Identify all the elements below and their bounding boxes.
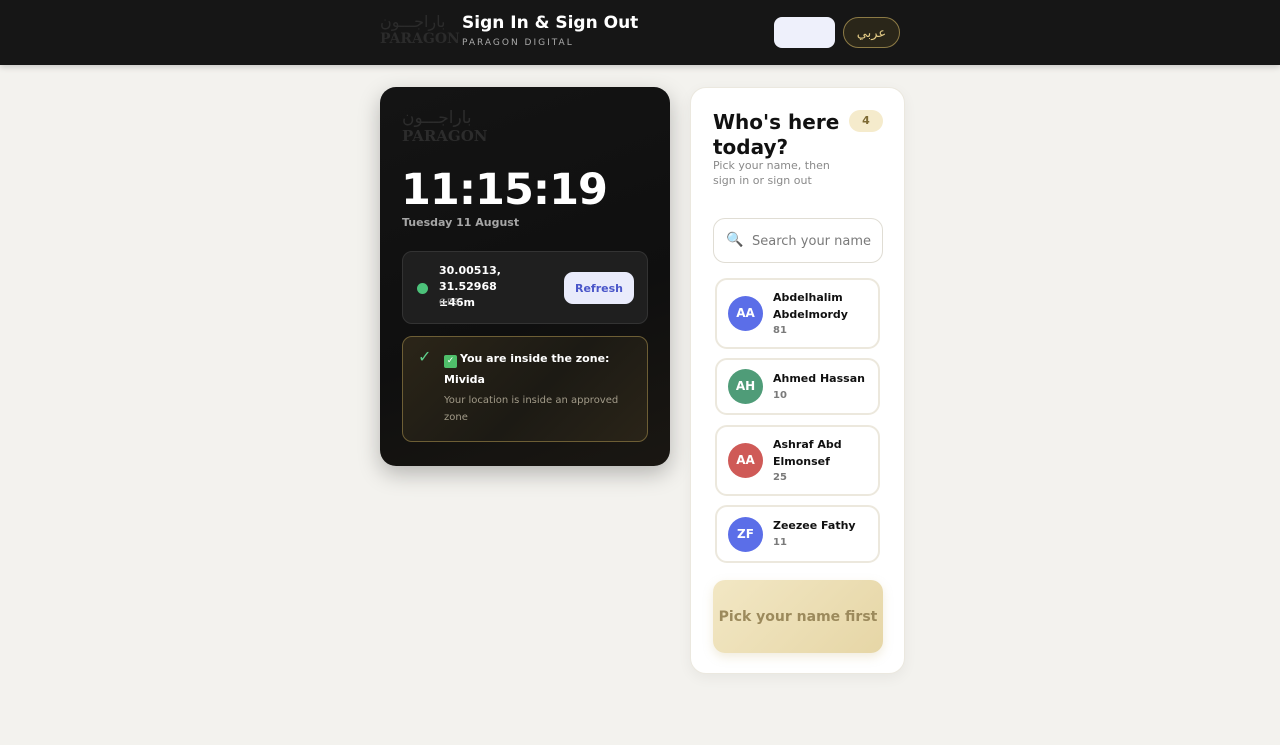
search-input[interactable] [752,229,880,253]
clock-card: باراجـــون PARAGON 11:15:19 Tuesday 11 A… [380,87,670,466]
card-logo-english: PARAGON [402,127,488,145]
logo-arabic: باراجـــون [380,12,446,31]
language-toggle-button[interactable]: عربي [843,17,900,48]
avatar: ZF [728,517,763,552]
search-icon: 🔍 [726,232,744,248]
person-id: 11 [773,537,787,548]
person-id: 25 [773,472,787,483]
attendance-title: Who's here today? [713,110,840,159]
gps-status-dot-icon [417,283,428,294]
person-card[interactable]: ZF Zeezee Fathy 11 [715,505,880,563]
paragon-logo: باراجـــون PARAGON [380,12,460,49]
gps-coordinates: 30.00513, 31.52968 [439,264,501,293]
search-box[interactable]: 🔍 [713,218,883,263]
checkmark-icon: ✓ [418,347,432,366]
person-card[interactable]: AA Ashraf Abd Elmonsef 25 [715,425,880,496]
zone-status-description: Your location is inside an approved zone [444,395,619,423]
person-id: 10 [773,390,787,401]
top-bar: باراجـــون PARAGON Sign In & Sign Out PA… [0,0,1280,65]
header-action-button[interactable] [774,17,835,48]
person-name: Zeezee Fathy [773,519,856,532]
app-subtitle: PARAGON DIGITAL [462,38,574,48]
person-card[interactable]: AH Ahmed Hassan 10 [715,358,880,415]
gps-panel: 30.00513, 31.52968 ±46m GPS Refresh [402,251,648,324]
attendance-card: Who's here today? 4 Pick your name, then… [690,87,905,674]
logo-english: PARAGON [380,31,460,47]
avatar: AH [728,369,763,404]
avatar: AA [728,443,763,478]
current-date: Tuesday 11 August [402,216,520,229]
count-badge: 4 [849,110,883,132]
zone-status-panel: ✓ ✓ You are inside the zone: Mivida Your … [402,336,648,442]
check-box-icon: ✓ [444,355,457,368]
person-name: Ahmed Hassan [773,372,865,385]
zone-status-title: ✓ You are inside the zone: Mivida [444,348,634,390]
person-name: Ashraf Abd Elmonsef [773,438,842,468]
card-logo: باراجـــون PARAGON [402,109,492,147]
current-time: 11:15:19 [401,165,608,215]
zone-status-text: You are inside the zone: Mivida [444,352,610,386]
person-id: 81 [773,325,787,336]
person-card[interactable]: AA Abdelhalim Abdelmordy 81 [715,278,880,349]
pick-name-button[interactable]: Pick your name first [713,580,883,653]
gps-label: GPS [439,298,461,308]
app-title: Sign In & Sign Out [462,13,639,33]
attendance-subtitle: Pick your name, then sign in or sign out [713,159,830,187]
person-name: Abdelhalim Abdelmordy [773,291,848,321]
refresh-button[interactable]: Refresh [564,272,634,304]
card-logo-arabic: باراجـــون [402,108,472,128]
avatar: AA [728,296,763,331]
